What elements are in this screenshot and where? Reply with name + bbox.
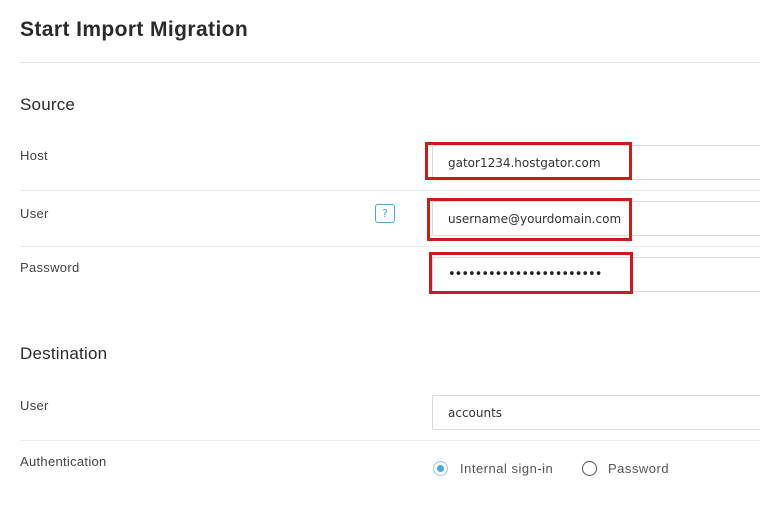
host-label: Host: [20, 148, 48, 163]
page-title: Start Import Migration: [20, 18, 249, 41]
destination-user-label: User: [20, 398, 49, 413]
password-radio[interactable]: [582, 461, 597, 476]
source-user-field[interactable]: username@yourdomain.com: [432, 201, 760, 236]
question-mark-icon[interactable]: ?: [375, 204, 395, 223]
source-section-title: Source: [20, 95, 76, 114]
destination-user-field[interactable]: accounts: [432, 395, 760, 430]
row-divider: [20, 190, 760, 191]
title-divider: [20, 62, 760, 63]
internal-signin-radio-label[interactable]: Internal sign-in: [460, 461, 553, 476]
password-radio-label[interactable]: Password: [608, 461, 669, 476]
row-divider: [20, 246, 760, 247]
row-divider: [20, 440, 760, 441]
destination-section-title: Destination: [20, 344, 108, 363]
internal-signin-radio[interactable]: [433, 461, 448, 476]
password-field[interactable]: •••••••••••••••••••••••: [432, 257, 760, 292]
password-label: Password: [20, 260, 80, 275]
host-field[interactable]: gator1234.hostgator.com: [432, 145, 760, 180]
source-user-label: User: [20, 206, 49, 221]
authentication-label: Authentication: [20, 454, 107, 469]
